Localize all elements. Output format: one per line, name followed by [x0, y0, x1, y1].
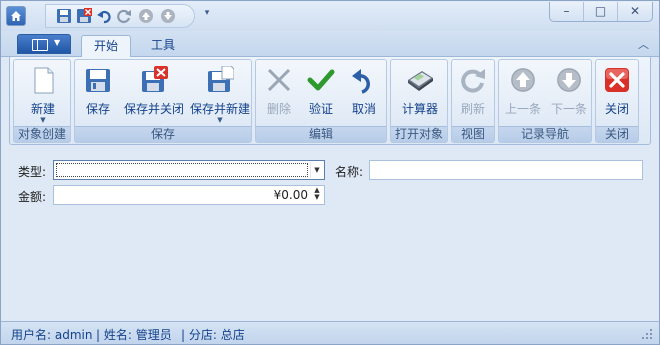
close-icon: ✕: [629, 4, 641, 18]
group-view: 刷新 视图: [451, 59, 495, 143]
refresh-icon[interactable]: [116, 8, 132, 24]
chevron-down-icon: ▼: [217, 116, 223, 124]
group-edit-label: 编辑: [256, 126, 386, 142]
app-menu-button[interactable]: [6, 6, 26, 26]
file-menu-button[interactable]: ▼: [17, 34, 71, 54]
close-label: 关闭: [604, 102, 629, 116]
group-edit: 删除 验证 取消 编辑: [255, 59, 387, 143]
save-icon[interactable]: [56, 8, 72, 24]
collapse-ribbon-icon[interactable]: ︿: [638, 36, 649, 52]
cancel-button[interactable]: 取消: [342, 64, 386, 124]
validate-button[interactable]: 验证: [300, 64, 342, 124]
save-button[interactable]: 保存: [77, 64, 119, 124]
spinner-icon[interactable]: ▲ ▼: [311, 187, 323, 203]
type-dropdown[interactable]: ▼: [53, 160, 325, 180]
next-record-button[interactable]: 下一条: [547, 64, 591, 124]
group-save: 保存 保存并关闭 保存并新建 ▼ 保存: [74, 59, 252, 143]
prev-record-label: 上一条: [504, 102, 541, 116]
title-bar: ▾ – □ ✕: [1, 1, 659, 31]
group-open: 计算器 打开对象: [390, 59, 448, 143]
maximize-button[interactable]: □: [584, 2, 618, 21]
refresh-button[interactable]: 刷新: [453, 64, 493, 124]
group-create: 新建 ▼ 对象创建: [13, 59, 71, 143]
group-open-label: 打开对象: [391, 126, 447, 142]
group-nav: 上一条 下一条 记录导航: [498, 59, 592, 143]
up-arrow-icon: [511, 68, 535, 92]
save-new-button[interactable]: 保存并新建 ▼: [189, 64, 251, 124]
save-label: 保存: [85, 102, 110, 116]
resize-grip-icon[interactable]: [641, 328, 653, 340]
save-new-label: 保存并新建: [189, 102, 250, 116]
up-icon[interactable]: [138, 8, 154, 24]
maximize-icon: □: [594, 4, 607, 18]
tab-home[interactable]: 开始: [81, 35, 132, 58]
app-window: ▾ – □ ✕ ▼ 开始 工具 ︿ 新建 ▼ 对象创建 保存 保存并关闭 保存并…: [0, 0, 660, 345]
status-branch: | 分店: 总店: [181, 328, 245, 342]
delete-label: 删除: [266, 102, 291, 116]
undo-icon[interactable]: [96, 8, 112, 24]
group-close: 关闭 关闭: [595, 59, 639, 143]
new-label: 新建: [30, 102, 55, 116]
window-controls: – □ ✕: [549, 2, 653, 22]
refresh-label: 刷新: [460, 102, 485, 116]
refresh-icon: [461, 69, 485, 93]
save-close-icon: [142, 66, 168, 92]
customize-toolbar-dropdown[interactable]: ▾: [201, 8, 213, 22]
group-close-label: 关闭: [596, 126, 638, 142]
chevron-down-icon: ▼: [54, 38, 61, 47]
group-save-label: 保存: [75, 126, 251, 142]
checkmark-icon: [307, 69, 335, 91]
minimize-button[interactable]: –: [550, 2, 584, 21]
status-user: 用户名: admin: [11, 328, 93, 342]
cancel-label: 取消: [351, 102, 376, 116]
tab-tools[interactable]: 工具: [139, 35, 187, 57]
save-close-button[interactable]: 保存并关闭: [121, 64, 187, 124]
panel-icon: [32, 39, 48, 51]
type-input[interactable]: [54, 161, 324, 179]
close-window-button[interactable]: ✕: [618, 2, 652, 21]
group-nav-label: 记录导航: [499, 126, 591, 142]
amount-value: ¥0.00: [273, 188, 308, 202]
group-view-label: 视图: [452, 126, 494, 142]
minimize-icon: –: [563, 4, 570, 18]
save-close-icon[interactable]: [76, 8, 92, 24]
name-field[interactable]: [369, 160, 643, 180]
type-label: 类型:: [18, 165, 47, 179]
home-icon: [11, 11, 21, 21]
record-form: 类型: ▼ 名称: 金额: ¥0.00 ▲ ▼: [9, 149, 651, 315]
down-icon[interactable]: [160, 8, 176, 24]
save-icon: [86, 69, 110, 92]
status-bar: 用户名: admin | 姓名: 管理员 | 分店: 总店: [1, 321, 659, 344]
close-button[interactable]: 关闭: [597, 64, 637, 124]
quick-access-toolbar: [45, 4, 195, 28]
save-new-icon: [208, 66, 234, 92]
new-button[interactable]: 新建 ▼: [16, 64, 70, 124]
status-name: | 姓名: 管理员: [96, 328, 172, 342]
amount-stepper[interactable]: ¥0.00 ▲ ▼: [53, 185, 325, 205]
new-document-icon: [34, 67, 54, 94]
down-arrow-icon: [557, 68, 581, 92]
chevron-down-icon: ▼: [40, 116, 46, 124]
chevron-down-icon[interactable]: ▼: [310, 162, 323, 178]
amount-label: 金额:: [18, 190, 47, 204]
calculator-label: 计算器: [401, 102, 438, 116]
group-create-label: 对象创建: [14, 126, 70, 142]
close-icon: [605, 68, 629, 92]
next-record-label: 下一条: [550, 102, 587, 116]
calculator-icon: [408, 71, 433, 91]
save-close-label: 保存并关闭: [123, 102, 184, 116]
name-input[interactable]: [370, 161, 642, 179]
delete-button[interactable]: 删除: [258, 64, 300, 124]
delete-icon: [267, 68, 291, 92]
validate-label: 验证: [308, 102, 333, 116]
undo-icon: [352, 69, 370, 94]
prev-record-button[interactable]: 上一条: [501, 64, 545, 124]
name-label: 名称:: [335, 165, 364, 179]
calculator-button[interactable]: 计算器: [393, 64, 447, 124]
ribbon: 新建 ▼ 对象创建 保存 保存并关闭 保存并新建 ▼ 保存 删除 验证 取消 编…: [9, 57, 651, 145]
ribbon-tab-row: ▼ 开始 工具 ︿: [1, 31, 659, 58]
